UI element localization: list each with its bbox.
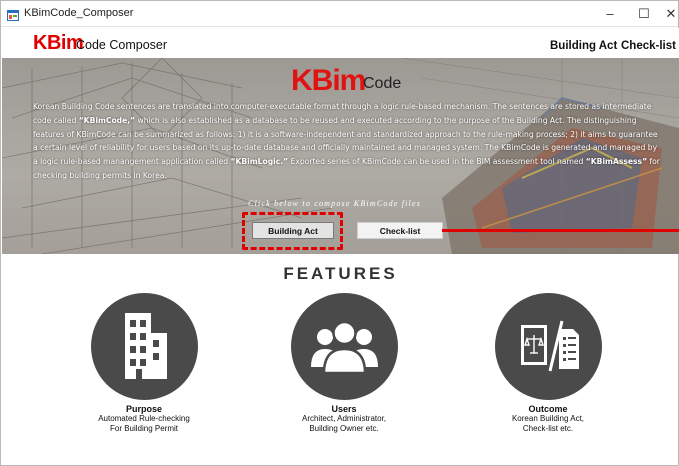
hero-banner: KBim Code Korean Building Code sentences… — [2, 58, 679, 254]
title-bar: KBimCode_Composer – ☐ ✕ — [1, 1, 678, 27]
building-icon — [90, 293, 198, 400]
users-icon — [290, 293, 398, 400]
annotation-highlight-box — [242, 212, 343, 250]
feature-desc-line: Check-list etc. — [522, 423, 574, 433]
nav-check-list[interactable]: Check-list — [621, 40, 676, 52]
minimize-button[interactable]: – — [592, 1, 628, 27]
hero-text-segment: Exported series of KBimCode can be used … — [288, 157, 586, 167]
hero-text-emphasis: “KBimLogic.” — [230, 157, 289, 167]
feature-title: Users — [331, 404, 357, 414]
nav-building-act[interactable]: Building Act — [550, 40, 617, 52]
hero-logo-mark: KBim — [291, 64, 366, 97]
app-window: KBimCode_Composer – ☐ ✕ KBim Code Compos… — [0, 0, 679, 466]
feature-purpose: Purpose Automated Rule-checking For Buil… — [69, 293, 219, 433]
app-icon — [7, 8, 19, 21]
feature-desc-line: For Building Permit — [109, 423, 179, 433]
feature-users: Users Architect, Administrator, Building… — [269, 293, 419, 433]
feature-desc-line: Automated Rule-checking — [98, 414, 190, 423]
hero-logo-text: Code — [363, 75, 402, 92]
feature-outcome: Outcome Korean Building Act, Check-list … — [473, 293, 623, 433]
feature-desc-line: Building Owner etc. — [309, 423, 379, 433]
feature-desc-line: Korean Building Act, — [511, 414, 585, 423]
features-heading: FEATURES — [283, 264, 398, 283]
hero-description: Korean Building Code sentences are trans… — [33, 100, 661, 183]
hero-text-emphasis: “KBimCode,” — [78, 115, 136, 125]
hero-cta-text: Click below to compose KBimCode files — [248, 199, 422, 208]
feature-title: Outcome — [528, 404, 568, 414]
hero-text-emphasis: “KBimAssess” — [585, 157, 648, 167]
window-title: KBimCode_Composer — [24, 7, 134, 19]
feature-desc-line: Architect, Administrator, — [301, 414, 387, 423]
top-nav: KBim Code Composer Building Act Check-li… — [2, 28, 679, 58]
documents-icon — [494, 293, 602, 400]
check-list-button[interactable]: Check-list — [357, 222, 443, 239]
close-button[interactable]: ✕ — [653, 1, 679, 27]
brand-logo-text: Code Composer — [76, 38, 168, 52]
annotation-pointer-line — [442, 229, 679, 232]
feature-title: Purpose — [125, 404, 162, 414]
